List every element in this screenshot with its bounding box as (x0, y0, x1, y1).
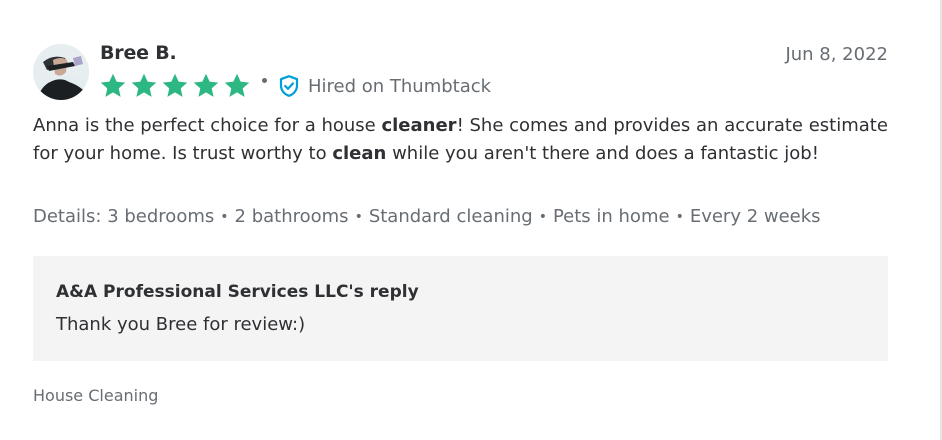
star-icon (131, 73, 157, 97)
separator-dot (262, 77, 267, 83)
reply-text: Thank you Bree for review:) (56, 314, 306, 335)
detail-separator: • (538, 208, 547, 225)
review-details: Details: 3 bedrooms • 2 bathrooms • Standard… (33, 206, 821, 227)
star-rating (99, 72, 254, 100)
review-body-highlight: clean (332, 143, 387, 164)
detail-item: Standard cleaning (368, 206, 533, 227)
detail-separator: • (354, 208, 363, 225)
detail-item: 2 bathrooms (234, 206, 349, 227)
details-label: Details: (33, 206, 102, 227)
hired-badge: Hired on Thumbtack (279, 75, 491, 97)
hired-label: Hired on Thumbtack (308, 75, 492, 97)
avatar-image (33, 44, 89, 100)
star-icon (162, 73, 188, 97)
review-body-highlight: cleaner (381, 115, 457, 136)
review-body: Anna is the perfect choice for a house c… (33, 112, 893, 168)
detail-separator: • (675, 208, 684, 225)
service-category: House Cleaning (33, 386, 159, 405)
detail-separator: • (220, 208, 229, 225)
reviewer-name: Bree B. (100, 42, 177, 64)
review-body-text: Anna is the perfect choice for a house (33, 115, 382, 136)
review-card: Bree B. Jun 8, 2022 Hired on Thumbtack A… (0, 0, 942, 440)
reply-title: A&A Professional Services LLC's reply (56, 282, 419, 302)
star-icon (224, 73, 250, 97)
detail-item: 3 bedrooms (107, 206, 215, 227)
business-reply: A&A Professional Services LLC's reply Th… (33, 256, 888, 361)
detail-item: Pets in home (552, 206, 670, 227)
review-date: Jun 8, 2022 (785, 44, 888, 65)
detail-item: Every 2 weeks (689, 206, 821, 227)
review-body-text: while you aren't there and does a fantas… (386, 143, 819, 164)
star-icon (193, 73, 219, 97)
star-icon (100, 73, 126, 97)
rating-row: Hired on Thumbtack (99, 70, 491, 102)
avatar[interactable] (33, 44, 89, 100)
verified-shield-icon (279, 75, 299, 97)
